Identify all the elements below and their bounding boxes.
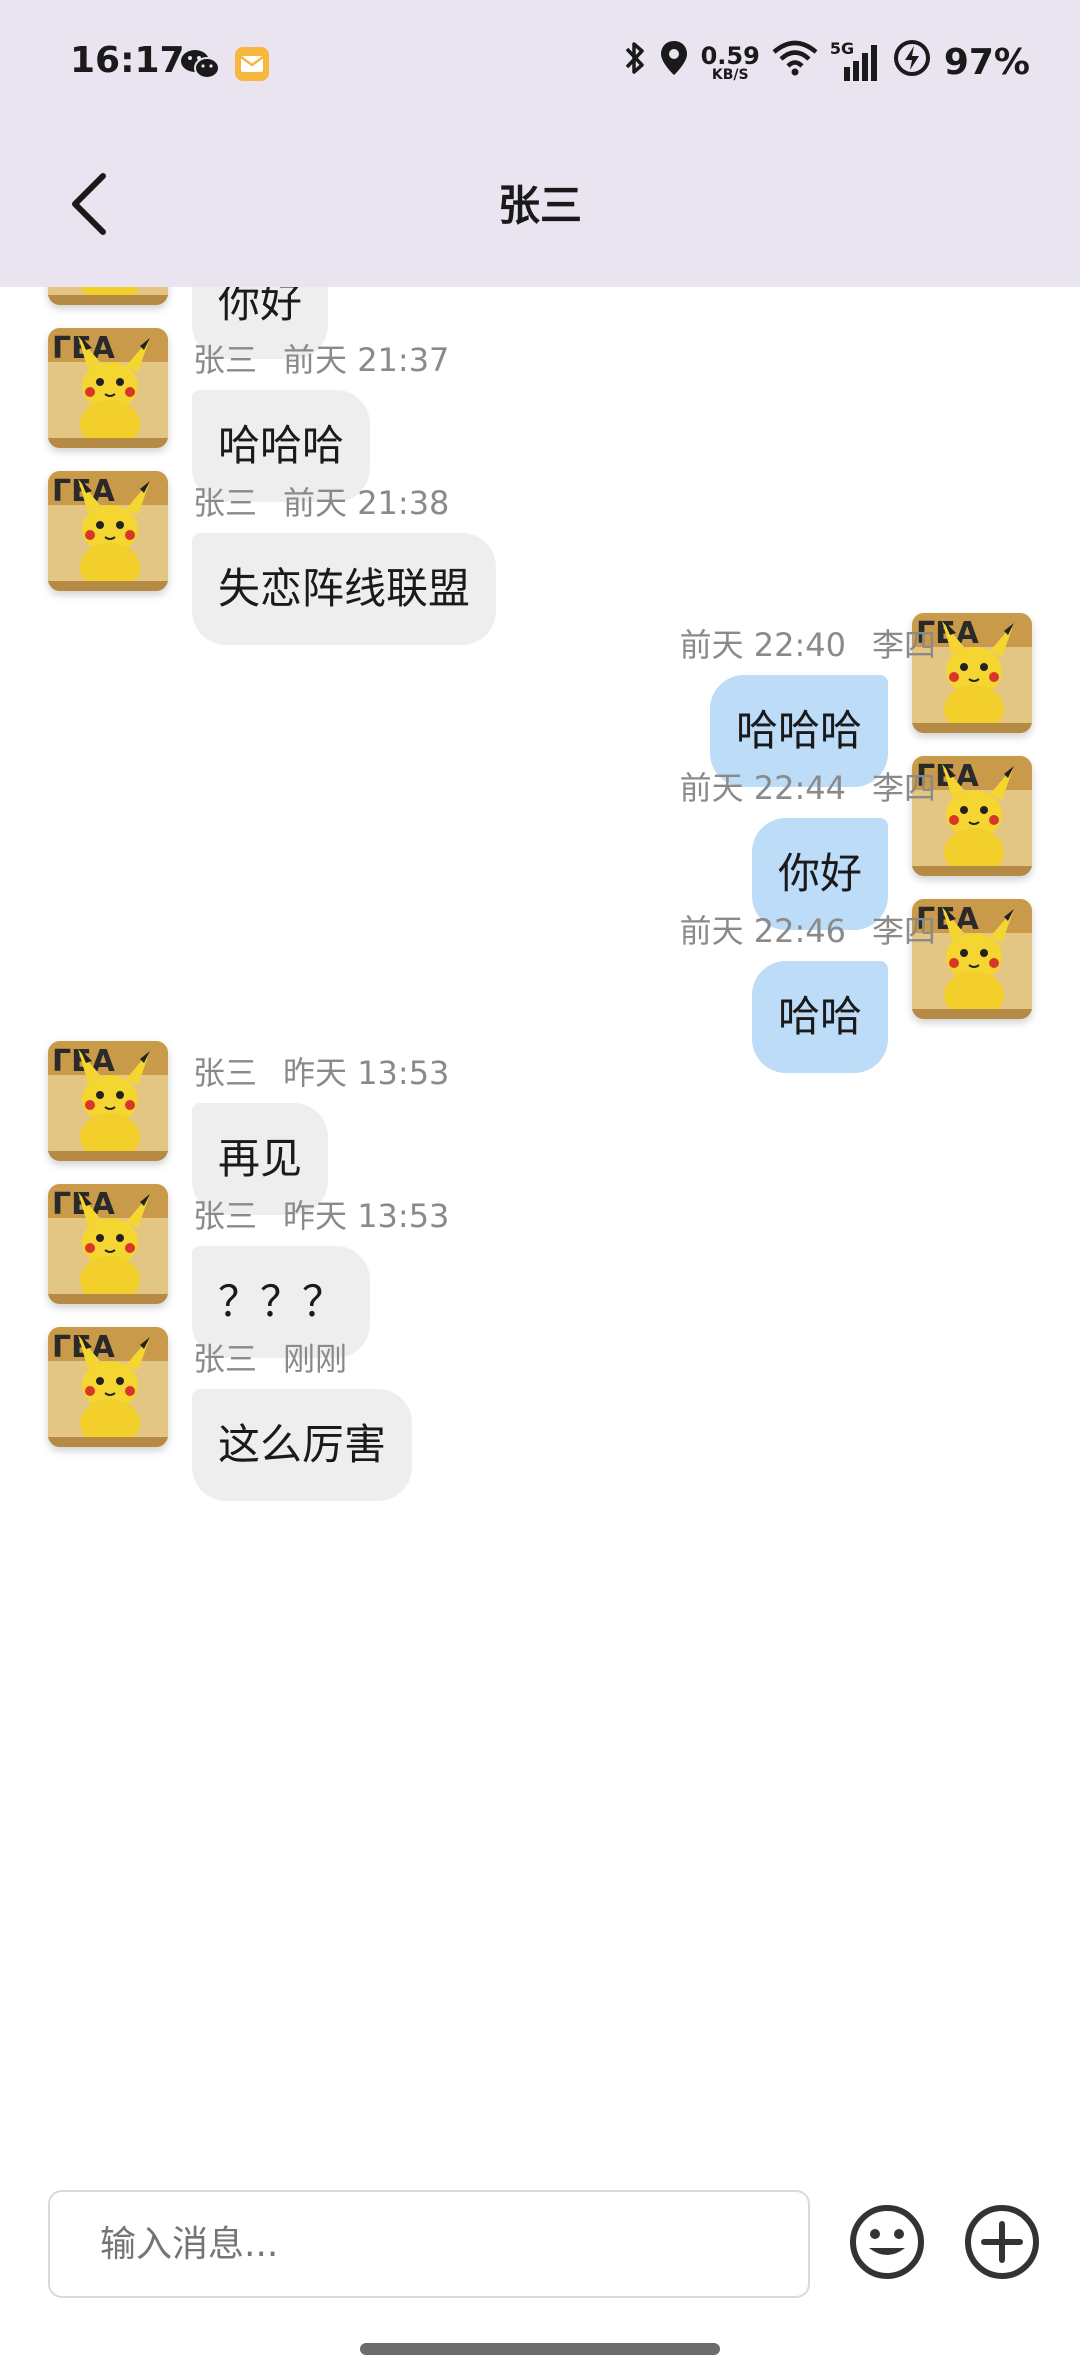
message-time: 昨天 13:53 (283, 1054, 450, 1092)
avatar[interactable]: ГЕА (48, 328, 168, 448)
sender-name: 张三 (193, 484, 258, 522)
status-bar: 16:17 0.59 KB/S 5G 97% (0, 0, 1080, 130)
avatar[interactable]: ГЕА (48, 1184, 168, 1304)
sender-name: 张三 (193, 341, 258, 379)
sender-name: 张三 (193, 1054, 258, 1092)
home-indicator[interactable] (360, 2343, 720, 2355)
message-time: 前天 21:37 (283, 341, 450, 379)
message-meta: 前天 22:44 李四 (680, 763, 936, 809)
status-left-icons (180, 46, 270, 86)
avatar[interactable]: ГЕА (48, 1327, 168, 1447)
sender-name: 张三 (193, 1197, 258, 1235)
message-input[interactable] (48, 2190, 810, 2298)
chat-title: 张三 (497, 181, 582, 230)
input-bar (0, 2170, 1080, 2300)
avatar[interactable]: ГЕА (48, 471, 168, 591)
sender-name: 李四 (871, 626, 936, 664)
battery-percent: 97% (943, 42, 1030, 83)
network-speed: 0.59 KB/S (700, 41, 760, 83)
avatar[interactable]: ГЕА (48, 1041, 168, 1161)
location-icon (659, 39, 689, 86)
sender-name: 张三 (193, 1340, 258, 1378)
message-meta: 前天 22:46 李四 (680, 906, 936, 952)
sender-name: 李四 (871, 769, 936, 807)
message-bubble[interactable]: 哈哈 (751, 961, 888, 1073)
emoji-icon (849, 2205, 925, 2284)
cellular-signal-icon: 5G (830, 39, 880, 83)
emoji-button[interactable] (849, 2204, 925, 2280)
message-meta: 张三 昨天 13:53 (193, 1191, 449, 1237)
message-time: 昨天 13:53 (283, 1197, 450, 1235)
message-time: 前天 22:40 (679, 626, 846, 664)
bluetooth-icon (623, 39, 647, 86)
message-meta: 前天 22:40 李四 (680, 620, 936, 666)
message-meta: 张三 昨天 13:53 (193, 1048, 449, 1094)
wifi-icon (772, 40, 818, 85)
message-list[interactable]: ГЕА 你好 ГЕА 张三前天 21:37哈哈哈 ГЕА (0, 287, 1080, 2147)
message-bubble[interactable]: 失恋阵线联盟 (192, 533, 497, 645)
plus-circle-icon (964, 2205, 1040, 2284)
message-time: 前天 22:46 (679, 912, 846, 950)
message-time: 刚刚 (283, 1340, 348, 1378)
wechat-icon (180, 47, 220, 85)
message-time: 前天 22:44 (679, 769, 846, 807)
sender-name: 李四 (871, 912, 936, 950)
battery-charging-icon (892, 38, 932, 87)
message-time: 前天 21:38 (283, 484, 450, 522)
status-right-icons: 0.59 KB/S 5G 97% (623, 38, 1030, 87)
status-time: 16:17 (70, 40, 185, 81)
message-meta: 张三 刚刚 (193, 1334, 347, 1380)
chat-header: 张三 (0, 130, 1080, 287)
more-button[interactable] (964, 2204, 1040, 2280)
message-meta: 张三 前天 21:37 (193, 335, 449, 381)
message-bubble[interactable]: 这么厉害 (192, 1389, 413, 1501)
message-meta: 张三 前天 21:38 (193, 478, 449, 524)
top-bar: 16:17 0.59 KB/S 5G 97% 张三 (0, 0, 1080, 287)
mail-app-icon (234, 46, 270, 86)
avatar[interactable]: ГЕА (48, 287, 168, 305)
